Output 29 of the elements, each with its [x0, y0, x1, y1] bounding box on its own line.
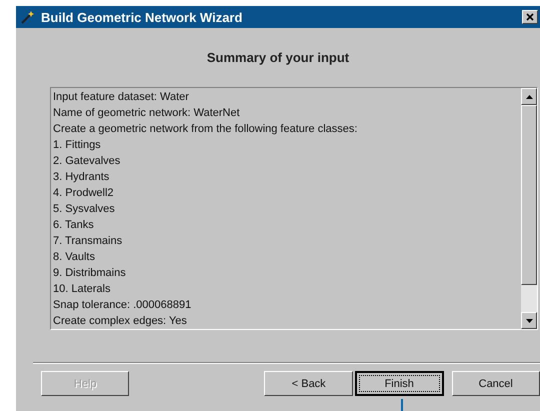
- window-title: Build Geometric Network Wizard: [41, 10, 244, 24]
- summary-line: 10. Laterals: [53, 282, 112, 297]
- summary-line: Snap tolerance: .000068891: [53, 298, 192, 313]
- summary-line: Name of geometric network: WaterNet: [53, 106, 241, 121]
- page-heading: Summary of your input: [206, 50, 350, 65]
- summary-line: Create a geometric network from the following feature classes:: [53, 122, 358, 137]
- summary-line: 5. Sysvalves: [53, 202, 116, 217]
- summary-line: 6. Tanks: [53, 218, 95, 233]
- close-icon: [526, 13, 534, 21]
- summary-line: 3. Hydrants: [53, 170, 110, 185]
- summary-line: Input feature dataset: Water: [53, 90, 190, 105]
- summary-line: 4. Prodwell2: [53, 186, 115, 201]
- summary-line: 7. Transmains: [53, 234, 124, 249]
- close-button[interactable]: [522, 10, 538, 24]
- magic-wand-icon: [20, 9, 36, 25]
- summary-line: 8. Vaults: [53, 250, 96, 265]
- summary-line: 9. Distribmains: [53, 266, 127, 281]
- summary-line: 2. Gatevalves: [53, 154, 122, 169]
- scroll-down-icon[interactable]: [521, 312, 537, 329]
- leader-line: [401, 399, 403, 411]
- summary-line: 1. Fittings: [53, 138, 102, 153]
- dialog-button[interactable]: < Back: [264, 371, 353, 396]
- dialog-button[interactable]: Finish: [354, 371, 444, 396]
- scrollbar[interactable]: [521, 88, 537, 329]
- summary-text-area[interactable]: [50, 87, 538, 330]
- scroll-up-icon[interactable]: [521, 88, 537, 105]
- summary-line: Create complex edges: Yes: [53, 314, 188, 329]
- scroll-thumb[interactable]: [521, 105, 537, 285]
- dialog-button[interactable]: Cancel: [452, 371, 540, 396]
